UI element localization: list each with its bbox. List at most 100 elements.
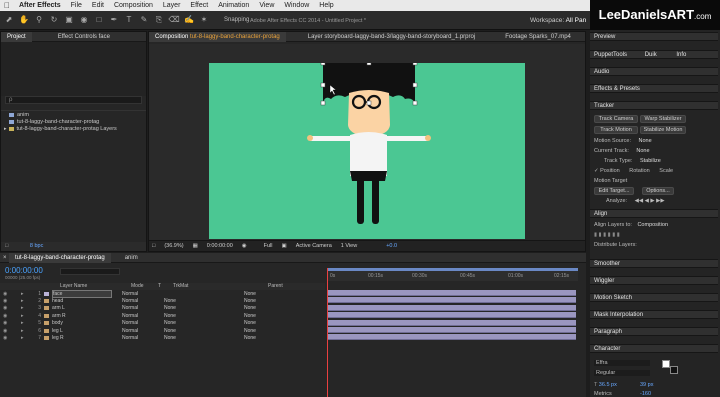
layer-name[interactable]: arm R <box>52 313 112 319</box>
align-to-row[interactable]: Align Layers to: Composition <box>594 222 668 228</box>
views-dropdown[interactable]: 1 View <box>341 243 357 249</box>
kerning-field[interactable]: Metrics <box>594 391 612 397</box>
timecode-display[interactable]: 0:00:00:00 <box>207 243 233 249</box>
visibility-eye-icon[interactable]: ◉ <box>3 298 9 304</box>
type-tool-icon[interactable]: T <box>123 14 135 26</box>
exposure-value[interactable]: +0.0 <box>386 243 397 249</box>
tab-effect-controls[interactable]: Effect Controls face <box>52 32 116 42</box>
layer-color-label[interactable] <box>44 328 49 333</box>
brush-tool-icon[interactable]: ✎ <box>138 14 150 26</box>
layer-duration-bar[interactable] <box>328 304 576 311</box>
visibility-eye-icon[interactable]: ◉ <box>3 313 9 319</box>
layer-duration-bar[interactable] <box>328 334 576 341</box>
timeline-search-input[interactable] <box>60 268 120 275</box>
camera-snapshot-icon[interactable]: ◉ <box>242 243 247 249</box>
stabilize-motion-button[interactable]: Stabilize Motion <box>640 126 686 134</box>
layer-color-label[interactable] <box>44 306 49 311</box>
puppet-tool-icon[interactable]: ✶ <box>198 14 210 26</box>
layer-name[interactable]: leg R <box>52 335 112 341</box>
blend-mode-dropdown[interactable]: Normal <box>122 335 146 341</box>
parent-dropdown[interactable]: None <box>244 313 274 319</box>
layer-color-label[interactable] <box>44 321 49 326</box>
parent-dropdown[interactable]: None <box>244 298 274 304</box>
tab-footage[interactable]: Footage Sparks_07.mp4 <box>499 32 577 42</box>
tab-layer[interactable]: Layer storyboard-laggy-band-3/laggy-band… <box>302 32 481 42</box>
blend-mode-dropdown[interactable]: Normal <box>122 313 146 319</box>
layer-row[interactable]: ◉ ▸ 2 head Normal None None <box>0 297 325 304</box>
layer-duration-bar[interactable] <box>328 290 576 296</box>
snapshot-icon[interactable]: □ <box>152 243 155 249</box>
layer-row[interactable]: ◉ ▸ 7 leg R Normal None None <box>0 334 325 341</box>
tab-timeline-anim[interactable]: anim <box>119 253 144 263</box>
tracker-panel-header[interactable]: Tracker <box>590 101 718 110</box>
smoother-header[interactable]: Smoother <box>590 259 718 268</box>
effects-presets-header[interactable]: Effects & Presets <box>590 84 718 93</box>
tab-composition[interactable]: Composition tut-8-laggy-band-character-p… <box>149 31 286 42</box>
layer-row[interactable]: ◉ ▸ 6 leg L Normal None None <box>0 327 325 334</box>
menu-app[interactable]: After Effects <box>14 2 66 9</box>
blend-mode-dropdown[interactable]: Normal <box>122 328 146 334</box>
work-area-bar[interactable] <box>328 268 578 271</box>
parent-dropdown[interactable]: None <box>244 320 274 326</box>
menu-layer[interactable]: Layer <box>158 2 186 9</box>
font-size-field[interactable]: T 36.5 px <box>594 382 617 388</box>
layer-name[interactable]: body <box>52 320 112 326</box>
camera-dropdown[interactable]: Active Camera <box>296 243 332 249</box>
visibility-eye-icon[interactable]: ◉ <box>3 328 9 334</box>
layer-row[interactable]: ◉ ▸ 3 arm L Normal None None <box>0 305 325 312</box>
edit-target-button[interactable]: Edit Target... <box>594 187 634 195</box>
wiggler-header[interactable]: Wiggler <box>590 276 718 285</box>
align-icons[interactable]: ▮ ▮ ▮ ▮ ▮ ▮ <box>594 232 620 238</box>
visibility-eye-icon[interactable]: ◉ <box>3 320 9 326</box>
apple-icon[interactable]:  <box>0 1 14 10</box>
pen-tool-icon[interactable]: ✒ <box>108 14 120 26</box>
layer-duration-bar[interactable] <box>328 327 576 333</box>
menu-help[interactable]: Help <box>314 2 338 9</box>
tab-project[interactable]: Project <box>1 31 32 42</box>
menu-edit[interactable]: Edit <box>87 2 109 9</box>
menu-view[interactable]: View <box>254 2 279 9</box>
hand-tool-icon[interactable]: ✋ <box>18 14 30 26</box>
layer-duration-bar[interactable] <box>328 312 576 319</box>
parent-dropdown[interactable]: None <box>244 335 274 341</box>
disclosure-triangle-icon[interactable]: ▸ <box>4 126 7 132</box>
layer-name[interactable]: head <box>52 298 112 304</box>
composition-canvas[interactable] <box>209 63 525 239</box>
project-item[interactable]: anim <box>1 111 146 118</box>
layer-row[interactable]: ◉ ▸ 4 arm R Normal None None <box>0 312 325 319</box>
font-family-dropdown[interactable]: Effra <box>594 360 650 366</box>
character-header[interactable]: Character <box>590 344 718 353</box>
project-item[interactable]: tut-8-laggy-band-character-protag <box>1 118 146 125</box>
track-matte-dropdown[interactable]: None <box>164 335 190 341</box>
font-style-dropdown[interactable]: Regular <box>594 370 650 376</box>
layer-color-label[interactable] <box>44 298 49 303</box>
menu-effect[interactable]: Effect <box>185 2 213 9</box>
track-matte-dropdown[interactable]: None <box>164 305 190 311</box>
eraser-tool-icon[interactable]: ⌫ <box>168 14 180 26</box>
track-motion-button[interactable]: Track Motion <box>594 126 638 134</box>
track-camera-button[interactable]: Track Camera <box>594 115 638 123</box>
tab-timeline-comp[interactable]: tut-8-laggy-band-character-protag <box>9 252 111 263</box>
stroke-color-swatch[interactable] <box>670 366 678 374</box>
blend-mode-dropdown[interactable]: Normal <box>122 305 146 311</box>
layer-color-label[interactable] <box>44 335 49 340</box>
camera-tool-icon[interactable]: ▣ <box>63 14 75 26</box>
resolution-dropdown[interactable]: Full <box>264 243 273 249</box>
fill-color-swatch[interactable] <box>662 360 670 368</box>
visibility-eye-icon[interactable]: ◉ <box>3 335 9 341</box>
options-button[interactable]: Options... <box>642 187 674 195</box>
menu-composition[interactable]: Composition <box>109 2 158 9</box>
layer-color-label[interactable] <box>44 313 49 318</box>
menu-file[interactable]: File <box>66 2 87 9</box>
track-matte-dropdown[interactable]: None <box>164 313 190 319</box>
workspace-selector[interactable]: Workspace: All Pan <box>530 17 586 24</box>
current-track-row[interactable]: Current Track: None <box>594 148 650 154</box>
roto-brush-icon[interactable]: ✍ <box>183 14 195 26</box>
menu-window[interactable]: Window <box>279 2 314 9</box>
paragraph-header[interactable]: Paragraph <box>590 327 718 336</box>
new-folder-icon[interactable]: □ <box>5 243 8 249</box>
preview-panel-header[interactable]: Preview <box>590 32 718 41</box>
track-matte-dropdown[interactable]: None <box>164 298 190 304</box>
audio-panel-header[interactable]: Audio <box>590 67 718 76</box>
layer-duration-bar[interactable] <box>328 297 576 304</box>
